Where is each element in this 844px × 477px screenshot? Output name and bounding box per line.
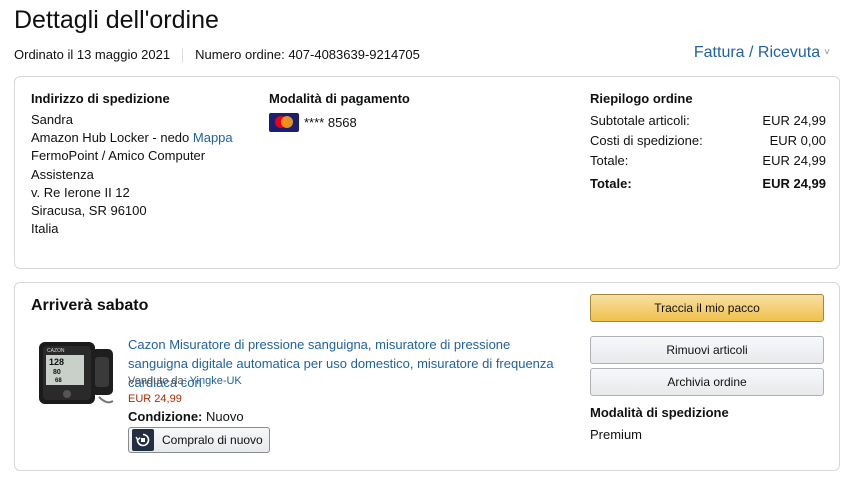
address-line: Amazon Hub Locker - nedo [31,130,190,146]
order-date: Ordinato il 13 maggio 2021 [14,47,171,62]
map-link[interactable]: Mappa [193,130,233,145]
condition-label: Condizione: [128,409,203,424]
payment-method: **** 8568 [269,113,357,132]
address-line: Siracusa, SR 96100 [31,203,147,219]
card-number: **** 8568 [304,115,357,130]
summary-value: EUR 24,99 [762,153,826,168]
product-price: EUR 24,99 [128,393,182,405]
remove-items-button[interactable]: Rimuovi articoli [590,336,824,364]
product-condition: Condizione: Nuovo [128,409,244,424]
summary-total-row: Totale: EUR 24,99 [590,174,826,194]
shipping-address-heading: Indirizzo di spedizione [31,91,170,106]
thumb-reading: 128 [49,357,64,367]
summary-value: EUR 24,99 [762,113,826,128]
address-line: v. Re Ierone II 12 [31,184,130,200]
buy-again-icon [132,429,154,451]
order-number: Numero ordine: 407-4083639-9214705 [195,47,420,62]
summary-row: Costi di spedizione: EUR 0,00 [590,131,826,151]
address-line: FermoPoint / Amico Computer [31,148,206,164]
mastercard-icon [269,113,299,132]
order-summary-heading: Riepilogo ordine [590,91,693,106]
payment-heading: Modalità di pagamento [269,91,410,106]
archive-order-button[interactable]: Archivia ordine [590,368,824,396]
chevron-down-icon: ˅ [824,47,830,58]
shipping-address: Sandra Amazon Hub Locker - nedo Mappa Fe… [31,111,241,238]
page-title: Dettagli dell'ordine [14,6,219,34]
shipping-method-label: Modalità di spedizione [590,405,729,420]
summary-label: Subtotale articoli: [590,113,690,128]
delivery-heading: Arriverà sabato [31,297,149,314]
order-info-panel: Indirizzo di spedizione Sandra Amazon Hu… [14,76,840,269]
order-meta: Ordinato il 13 maggio 2021 Numero ordine… [14,47,420,62]
address-line: Italia [31,221,59,237]
product-image[interactable]: CAZON 128 80 68 [37,339,117,409]
condition-value: Nuovo [206,409,244,424]
summary-row: Totale: EUR 24,99 [590,151,826,171]
divider [182,47,184,62]
summary-value: EUR 24,99 [762,176,826,191]
order-summary: Subtotale articoli: EUR 24,99 Costi di sp… [590,111,826,194]
seller-link[interactable]: Yingke-UK [190,375,242,387]
summary-label: Totale: [590,176,632,191]
shipping-method-value: Premium [590,427,643,442]
thumb-brand: CAZON [47,348,65,354]
buy-again-label: Compralo di nuovo [162,433,263,447]
thumb-reading: 80 [53,369,61,376]
invoice-link[interactable]: Fattura / Ricevuta [694,44,820,61]
invoice-dropdown[interactable]: Fattura / Ricevuta ˅ [694,44,830,62]
shipment-panel: Arriverà sabato CAZON 128 80 68 Cazon Mi… [14,282,840,471]
summary-value: EUR 0,00 [769,133,826,148]
track-package-button[interactable]: Traccia il mio pacco [590,294,824,322]
summary-label: Costi di spedizione: [590,133,703,148]
address-line: Sandra [31,112,73,127]
buy-again-button[interactable]: Compralo di nuovo [128,427,270,453]
summary-label: Totale: [590,153,629,168]
seller-info: Venduto da: Yingke-UK [128,375,242,387]
seller-label: Venduto da: [128,375,187,387]
address-line: Assistenza [31,166,94,182]
summary-row: Subtotale articoli: EUR 24,99 [590,111,826,131]
thumb-reading: 68 [55,378,62,384]
